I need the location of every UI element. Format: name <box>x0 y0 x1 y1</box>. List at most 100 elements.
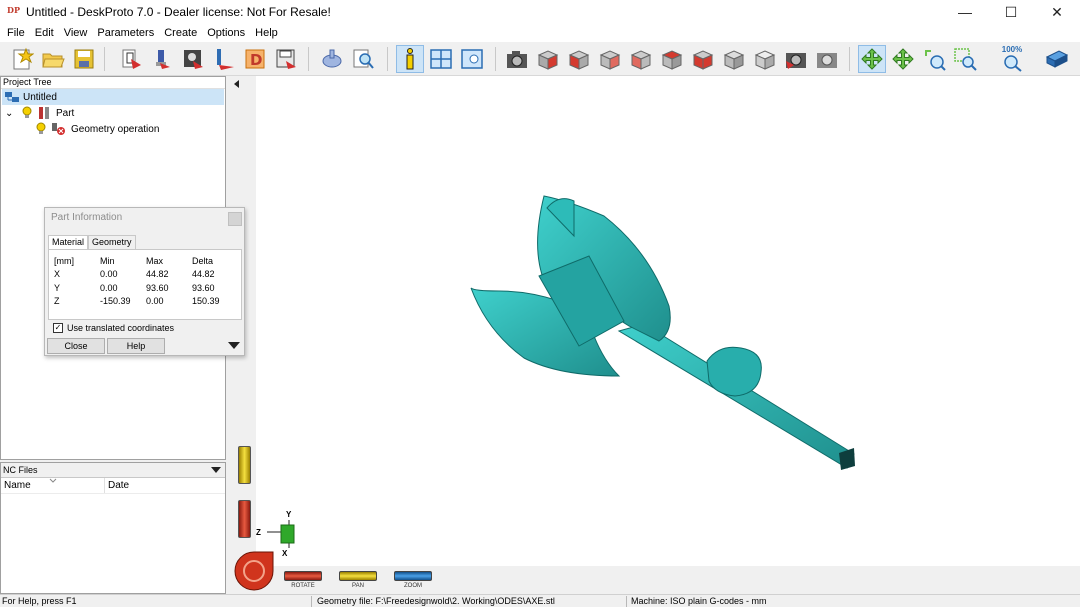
view-iso2-button[interactable] <box>751 45 779 73</box>
rotate-wheel-control[interactable] <box>232 549 276 593</box>
zoom-in-icon <box>925 50 946 71</box>
table-cell: -150.39 <box>100 296 131 307</box>
menu-parameters[interactable]: Parameters <box>92 27 159 39</box>
view-cube-4-icon <box>630 50 652 70</box>
drawing-icon: D <box>245 49 265 69</box>
view-bottom-button[interactable] <box>689 45 717 73</box>
status-machine: Machine: ISO plain G-codes - mm <box>631 596 767 606</box>
view-cube-6-icon <box>692 50 714 70</box>
minimize-button[interactable]: — <box>942 0 988 24</box>
pan-slider-horizontal[interactable] <box>339 571 377 581</box>
zoom-100-button[interactable]: 100% <box>998 45 1026 73</box>
new-part-icon <box>122 49 141 69</box>
column-name[interactable]: Name <box>1 478 105 493</box>
rotate-button[interactable] <box>858 45 886 73</box>
save-nc-icon <box>276 49 296 69</box>
new-project-button[interactable] <box>8 45 36 73</box>
zoom-slider-horizontal[interactable] <box>394 571 432 581</box>
view-layout-icon <box>430 49 452 69</box>
table-cell: 0.00 <box>146 296 164 307</box>
pointer-icon <box>322 49 342 68</box>
pointer-button[interactable] <box>318 45 346 73</box>
lightbulb-icon[interactable] <box>35 122 47 136</box>
checkbox-label: Use translated coordinates <box>67 323 175 333</box>
view-iso-button[interactable] <box>720 45 748 73</box>
view-layout-button[interactable] <box>427 45 455 73</box>
menu-help[interactable]: Help <box>250 27 283 39</box>
axe-fist <box>706 346 762 397</box>
table-cell: 93.60 <box>146 282 169 293</box>
save-project-icon <box>74 49 94 69</box>
save-project-button[interactable] <box>70 45 98 73</box>
zoom-search-button[interactable] <box>349 45 377 73</box>
tree-expander[interactable]: ⌄ <box>5 108 17 119</box>
info-button[interactable] <box>396 45 424 73</box>
zoom-in-button[interactable] <box>920 45 948 73</box>
table-row: X 0.00 44.82 44.82 <box>54 268 238 282</box>
tab-geometry[interactable]: Geometry <box>88 235 136 249</box>
view-left-button[interactable] <box>596 45 624 73</box>
save-nc-button[interactable] <box>272 45 300 73</box>
tree-item-geometry-operation[interactable]: Geometry operation <box>35 121 159 137</box>
view-right-button[interactable] <box>627 45 655 73</box>
dropdown-arrow-icon[interactable] <box>211 467 221 475</box>
zoom-window-button[interactable] <box>951 45 979 73</box>
new-part-button[interactable] <box>117 45 145 73</box>
close-dialog-button[interactable]: Close <box>47 338 105 354</box>
table-header: Delta <box>192 255 214 266</box>
close-button[interactable]: ✕ <box>1034 0 1080 24</box>
geometry-operation-icon <box>52 123 65 135</box>
dialog-close-icon[interactable] <box>228 212 242 226</box>
rotate-label: ROTATE <box>291 583 315 589</box>
rotate-slider-horizontal[interactable] <box>284 571 322 581</box>
photo-button[interactable] <box>782 45 810 73</box>
column-date[interactable]: Date <box>105 478 129 493</box>
view-cube-8-icon <box>754 50 776 70</box>
view-window-icon <box>461 49 483 69</box>
machine-icon <box>156 50 170 69</box>
info-icon <box>406 48 414 70</box>
pan-button[interactable] <box>889 45 917 73</box>
dialog-title: Part Information <box>45 208 244 228</box>
help-button[interactable]: Help <box>107 338 165 354</box>
table-header: Min <box>100 255 115 266</box>
tree-item-part[interactable]: ⌄ Part <box>5 105 74 121</box>
lightbulb-icon[interactable] <box>21 106 33 120</box>
view-top-button[interactable] <box>658 45 686 73</box>
nc-files-title: NC Files <box>1 463 225 478</box>
open-project-button[interactable] <box>39 45 67 73</box>
sort-indicator-icon <box>49 478 57 483</box>
menu-edit[interactable]: Edit <box>30 27 59 39</box>
camera-button[interactable] <box>503 45 531 73</box>
menu-create[interactable]: Create <box>159 27 202 39</box>
expand-arrow-icon[interactable] <box>228 342 240 350</box>
view-cube-7-icon <box>723 50 745 70</box>
use-translated-coordinates-checkbox[interactable]: ✓ <box>53 323 63 333</box>
machine-button[interactable] <box>148 45 176 73</box>
open-project-icon <box>42 53 65 68</box>
help-book-button[interactable] <box>1043 45 1071 73</box>
tree-item-untitled[interactable]: Untitled <box>2 89 224 105</box>
operation-button[interactable] <box>210 45 238 73</box>
menu-view[interactable]: View <box>59 27 93 39</box>
view-back-button[interactable] <box>565 45 593 73</box>
table-cell: 0.00 <box>100 282 118 293</box>
view-cube-1-icon <box>537 50 559 70</box>
operation-icon <box>217 49 234 70</box>
menu-bar: File Edit View Parameters Create Options… <box>0 24 1080 42</box>
menu-options[interactable]: Options <box>202 27 250 39</box>
status-bar: For Help, press F1 Geometry file: F:\Fre… <box>0 594 1080 607</box>
view-front-button[interactable] <box>534 45 562 73</box>
part-image-button[interactable] <box>179 45 207 73</box>
drawing-button[interactable]: D <box>241 45 269 73</box>
tab-material[interactable]: Material <box>48 235 89 250</box>
maximize-button[interactable]: ☐ <box>988 0 1034 24</box>
use-translated-coordinates-row[interactable]: ✓ Use translated coordinates <box>53 323 174 333</box>
view-window-button[interactable] <box>458 45 486 73</box>
menu-file[interactable]: File <box>2 27 30 39</box>
window-title: Untitled - DeskProto 7.0 - Dealer licens… <box>26 5 331 19</box>
zoom-window-icon <box>954 48 977 71</box>
toolbar: D 100% <box>0 42 1080 76</box>
new-project-icon <box>13 47 34 70</box>
photo-gray-button[interactable] <box>813 45 841 73</box>
